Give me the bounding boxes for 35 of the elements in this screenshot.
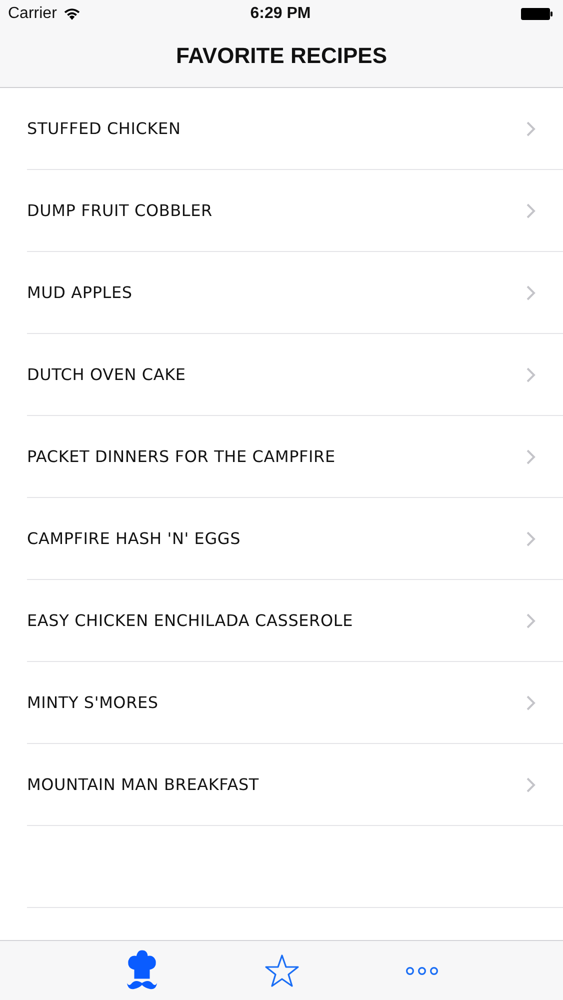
star-icon [264,954,300,988]
chevron-icon [526,284,536,300]
recipe-row[interactable]: EASY CHICKEN ENCHILADA CASSEROLE [27,580,563,662]
recipe-row[interactable]: PACKET DINNERS FOR THE CAMPFIRE [27,416,563,498]
chevron-icon [526,366,536,382]
recipe-name: STUFFED CHICKEN [27,119,181,138]
recipe-row[interactable]: DUTCH OVEN CAKE [27,334,563,416]
recipe-name: DUMP FRUIT COBBLER [27,201,212,220]
battery-icon [521,7,553,21]
chevron-icon [526,776,536,792]
chevron-icon [526,120,536,136]
recipe-name: PACKET DINNERS FOR THE CAMPFIRE [27,447,336,466]
recipe-name: MINTY S'MORES [27,693,158,712]
recipe-row[interactable]: MUD APPLES [27,252,563,334]
recipe-name: CAMPFIRE HASH 'N' EGGS [27,529,241,548]
recipe-row[interactable]: MINTY S'MORES [27,662,563,744]
chevron-icon [526,448,536,464]
wifi-icon [62,8,81,20]
recipe-row[interactable]: MOUNTAIN MAN BREAKFAST [27,744,563,826]
chevron-icon [526,530,536,546]
more-icon [404,966,438,976]
recipe-row[interactable]: CAMPFIRE HASH 'N' EGGS [27,498,563,580]
chevron-icon [526,694,536,710]
recipe-row[interactable]: DUMP FRUIT COBBLER [27,170,563,252]
recipe-name: MOUNTAIN MAN BREAKFAST [27,775,259,794]
recipe-name: DUTCH OVEN CAKE [27,365,186,384]
chevron-icon [526,202,536,218]
carrier-label: Carrier [8,5,57,23]
chevron-icon [526,612,536,628]
chef-hat-icon [126,950,158,992]
screen-title: FAVORITE RECIPES [176,42,388,68]
clock-label: 6:29 PM [250,5,311,23]
recipe-name: MUD APPLES [27,283,132,302]
recipe-name: EASY CHICKEN ENCHILADA CASSEROLE [27,611,353,630]
recipe-row[interactable]: STUFFED CHICKEN [27,88,563,170]
